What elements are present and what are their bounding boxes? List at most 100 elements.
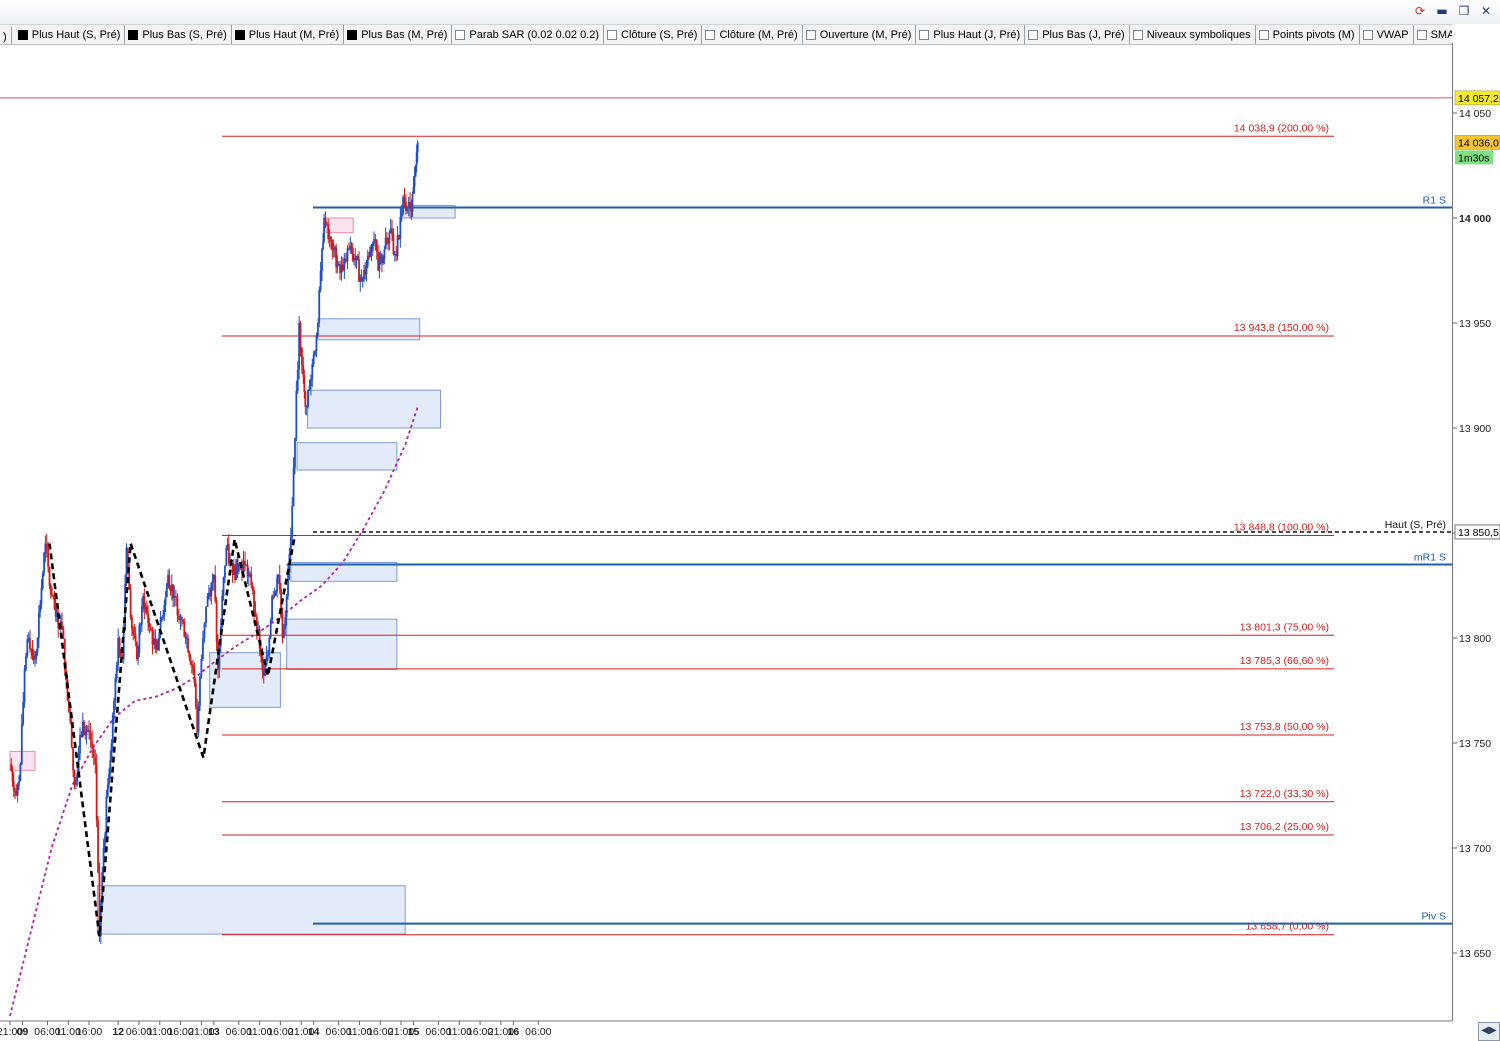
fib-level-label: 13 785,3 (66,60 %) [1240, 655, 1329, 667]
fib-level-label: 13 753,8 (50,00 %) [1240, 721, 1329, 733]
candle-body [202, 637, 204, 659]
candle-body [18, 780, 20, 786]
candle-body [371, 243, 374, 252]
candle-body [83, 722, 85, 733]
candle-body [287, 572, 289, 596]
price-axis-label: 13 650 [1459, 948, 1491, 960]
candle-body [88, 729, 90, 733]
candle-body [246, 564, 249, 577]
candle-body [261, 656, 264, 671]
candle-body [40, 587, 43, 605]
candle-body [153, 638, 155, 645]
candle-body [319, 271, 322, 291]
candle-body [114, 678, 117, 701]
candle-body [222, 577, 225, 596]
candle-body [92, 749, 95, 758]
candle-body [45, 543, 48, 549]
candle-body [403, 197, 406, 202]
fib-level-label: 13 722,0 (33,30 %) [1240, 788, 1329, 800]
candle-body [140, 606, 143, 625]
candle-body [378, 259, 381, 271]
pivot-label: Piv S [1421, 911, 1446, 923]
price-axis-label: 14 000 [1459, 213, 1491, 225]
candle-body [11, 770, 14, 782]
time-axis-label: 14 [308, 1026, 320, 1038]
candle-body [180, 617, 183, 620]
candle-body [350, 246, 353, 248]
candle-body [183, 621, 186, 637]
candle-body [361, 279, 364, 281]
candle-body [22, 702, 25, 725]
candle-body [182, 619, 184, 622]
candle-body [52, 594, 55, 596]
candle-body [295, 390, 298, 439]
time-axis-label: 16:00 [76, 1026, 102, 1038]
candle-body [311, 363, 314, 380]
candle-body [187, 638, 189, 653]
candle-body [250, 573, 253, 586]
price-chart[interactable]: 14 038,9 (200,00 %) 13 943,8 (150,00 %) 13… [0, 0, 1500, 1041]
candle-body [145, 606, 148, 614]
candle-body [365, 265, 368, 275]
candle-body [157, 640, 159, 651]
candle-body [132, 628, 135, 634]
candle-body [285, 596, 288, 618]
candle-body [72, 746, 74, 771]
candle-body [276, 577, 278, 592]
candle-body [211, 580, 214, 583]
candle-body [225, 547, 228, 567]
candle-body [400, 213, 403, 218]
candle-body [308, 386, 311, 390]
candle-body [151, 630, 154, 645]
candle-body [247, 575, 250, 577]
candle-body [409, 202, 411, 209]
candle-body [406, 207, 409, 211]
weekly-high-label: Haut (S, Pré) [1385, 519, 1446, 531]
candle-body [304, 391, 307, 407]
candle-body [97, 820, 99, 873]
candle-body [148, 623, 151, 628]
candle-body [134, 634, 137, 643]
supply-demand-zone [286, 618, 398, 670]
candle-body [118, 638, 121, 653]
candle-body [31, 649, 34, 656]
time-axis-label: 12 [112, 1026, 124, 1038]
candle-body [154, 638, 157, 649]
candle-body [318, 290, 321, 323]
candle-body [122, 630, 125, 659]
candle-body [74, 781, 77, 785]
candle-body [274, 591, 277, 596]
fib-level-label: 13 801,3 (75,00 %) [1240, 621, 1329, 633]
candle-body [89, 732, 92, 741]
candle-body [36, 637, 39, 652]
candle-body [316, 323, 319, 336]
candle-body [95, 764, 98, 821]
candle-body [391, 228, 393, 235]
candle-body [200, 659, 203, 677]
candle-body [341, 264, 344, 271]
candle-body [115, 665, 118, 679]
candle-body [345, 258, 347, 262]
candle-body [139, 624, 142, 626]
candle-body [296, 369, 299, 391]
candle-body [343, 258, 346, 271]
candle-body [91, 740, 94, 750]
candle-body [303, 375, 306, 392]
candle-body [25, 655, 27, 670]
candle-body [244, 560, 246, 565]
candle-body [189, 657, 192, 665]
candle-body [206, 596, 209, 607]
candle-layer [10, 140, 419, 945]
candle-body [109, 760, 112, 774]
candle-body [19, 764, 22, 781]
candle-body [113, 701, 115, 715]
candle-body [292, 467, 295, 507]
fib-level-label: 14 038,9 (200,00 %) [1234, 122, 1329, 134]
fib-level-label: 13 706,2 (25,00 %) [1240, 821, 1329, 833]
supply-demand-zone [325, 217, 354, 234]
candle-body [164, 597, 167, 606]
time-axis-scroll-button[interactable]: ◀▶ [1478, 1022, 1500, 1041]
candle-body [49, 585, 52, 595]
candle-body [327, 224, 330, 239]
candle-body [294, 438, 296, 468]
